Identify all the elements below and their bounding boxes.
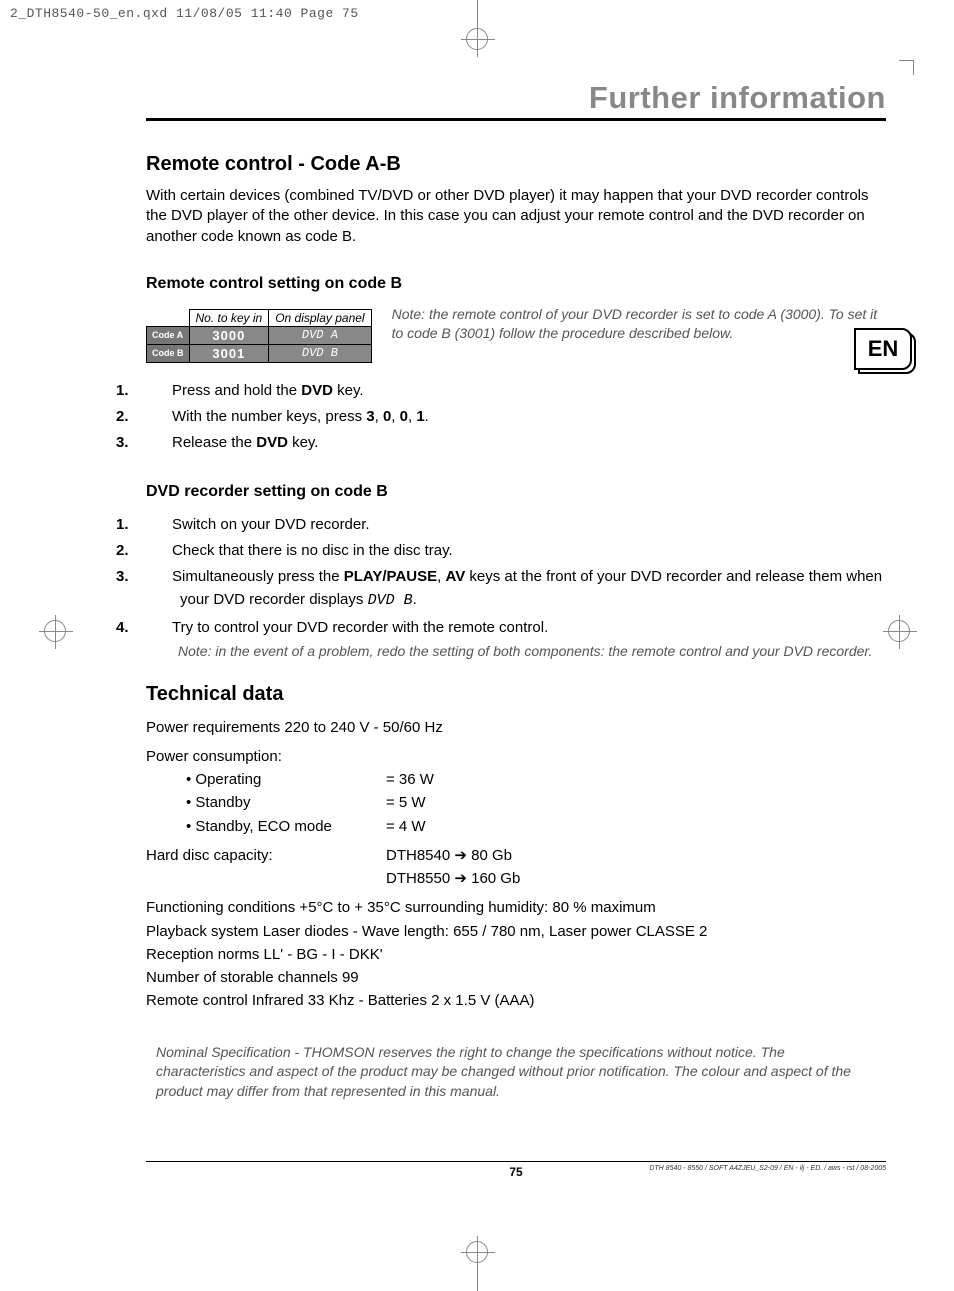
tech-conditions: Functioning conditions +5°C to + 35°C su… <box>146 896 886 919</box>
tech-hdd2: DTH8550 ➔ 160 Gb <box>146 867 886 890</box>
step-num: 1. <box>148 513 172 536</box>
display-text: DVD B <box>368 592 413 609</box>
note-code-a: Note: the remote control of your DVD rec… <box>392 305 886 343</box>
crop-mark-top <box>452 0 502 60</box>
tech-channels: Number of storable channels 99 <box>146 966 886 989</box>
table-header-display: On display panel <box>269 309 371 326</box>
step-num: 1. <box>148 379 172 402</box>
language-badge-text: EN <box>854 328 912 370</box>
step-dvd-1: 1.Switch on your DVD recorder. <box>148 513 886 536</box>
table-display-a: DVD A <box>269 326 371 344</box>
table-display-b: DVD B <box>269 344 371 362</box>
crop-corner-tr <box>894 60 914 80</box>
table-row-code-b: Code B 3001 DVD B <box>147 344 372 362</box>
table-keyin-b: 3001 <box>189 344 269 362</box>
table-keyin-a: 3000 <box>189 326 269 344</box>
chapter-title: Further information <box>146 80 886 121</box>
crop-header-text: 2_DTH8540-50_en.qxd 11/08/05 11:40 Page … <box>10 6 359 21</box>
tech-eco: • Standby, ECO mode= 4 W <box>146 815 886 838</box>
note-problem: Note: in the event of a problem, redo th… <box>178 642 886 661</box>
step-num: 4. <box>148 616 172 639</box>
page-content: Further information EN Remote control - … <box>146 80 886 1179</box>
technical-data-list: Power requirements 220 to 240 V - 50/60 … <box>146 716 886 1013</box>
tech-consumption-label: Power consumption: <box>146 745 886 768</box>
tech-power-req: Power requirements 220 to 240 V - 50/60 … <box>146 716 886 739</box>
intro-paragraph: With certain devices (combined TV/DVD or… <box>146 186 886 247</box>
section-remote-code-ab: Remote control - Code A-B <box>146 153 886 176</box>
table-row-code-a: Code A 3000 DVD A <box>147 326 372 344</box>
subsection-dvd-setting: DVD recorder setting on code B <box>146 483 886 501</box>
tech-operating: • Operating= 36 W <box>146 768 886 791</box>
steps-remote: 1.Press and hold the DVD key. 2.With the… <box>146 379 886 455</box>
step-num: 3. <box>148 565 172 588</box>
table-label-code-a: Code A <box>147 326 190 344</box>
doc-reference: DTH 8540 - 8550 / SOFT A4ZJEU_S2-09 / EN… <box>649 1165 886 1172</box>
crop-mark-left <box>30 620 80 660</box>
step-num: 3. <box>148 431 172 454</box>
step-remote-2: 2.With the number keys, press 3, 0, 0, 1… <box>148 405 886 428</box>
step-remote-3: 3.Release the DVD key. <box>148 431 886 454</box>
step-dvd-3: 3.Simultaneously press the PLAY/PAUSE, A… <box>148 565 886 613</box>
steps-dvd: 1.Switch on your DVD recorder. 2.Check t… <box>146 513 886 639</box>
tech-laser: Playback system Laser diodes - Wave leng… <box>146 920 886 943</box>
tech-hdd: Hard disc capacity:DTH8540 ➔ 80 Gb <box>146 844 886 867</box>
tech-standby: • Standby= 5 W <box>146 791 886 814</box>
crop-mark-bottom <box>452 1231 502 1291</box>
code-table: No. to key in On display panel Code A 30… <box>146 309 372 363</box>
language-badge: EN <box>854 328 912 370</box>
tech-remote: Remote control Infrared 33 Khz - Batteri… <box>146 989 886 1012</box>
table-header-keyin: No. to key in <box>189 309 269 326</box>
tech-norms: Reception norms LL' - BG - I - DKK' <box>146 943 886 966</box>
page-number: 75 <box>509 1165 522 1179</box>
step-num: 2. <box>148 405 172 428</box>
disclaimer: Nominal Specification - THOMSON reserves… <box>156 1043 876 1102</box>
page-footer: 75 DTH 8540 - 8550 / SOFT A4ZJEU_S2-09 /… <box>146 1161 886 1179</box>
step-dvd-2: 2.Check that there is no disc in the dis… <box>148 539 886 562</box>
section-technical-data: Technical data <box>146 683 886 706</box>
step-num: 2. <box>148 539 172 562</box>
subsection-remote-setting: Remote control setting on code B <box>146 275 886 293</box>
table-label-code-b: Code B <box>147 344 190 362</box>
step-remote-1: 1.Press and hold the DVD key. <box>148 379 886 402</box>
step-dvd-4: 4.Try to control your DVD recorder with … <box>148 616 886 639</box>
